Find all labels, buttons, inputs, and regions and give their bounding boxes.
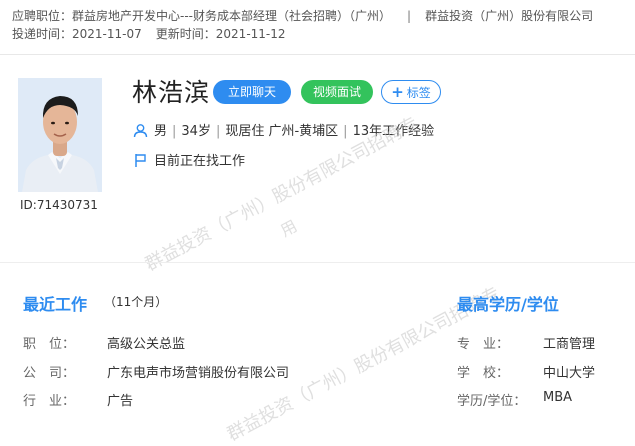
- header-separator: |: [407, 9, 412, 23]
- position-value: 高级公关总监: [107, 337, 186, 352]
- job-status: 目前正在找工作: [154, 154, 246, 169]
- apply-job-title[interactable]: 群益房地产开发中心---财务成本部经理（社会招聘）（广州）: [72, 9, 391, 23]
- school-label: 学 校：: [457, 366, 510, 381]
- candidate-basic-info: 男 | 34岁 | 现居住 广州-黄埔区 | 13年工作经验: [133, 120, 434, 142]
- candidate-name: 林浩滨: [132, 78, 211, 107]
- education-title: 最高学历/学位: [457, 295, 559, 314]
- apply-label: 应聘职位：: [12, 9, 73, 23]
- industry-label: 行 业：: [23, 394, 76, 409]
- major-value: 工商管理: [543, 337, 596, 352]
- degree-label: 学历/学位：: [457, 394, 527, 409]
- candidate-gender: 男: [154, 124, 168, 139]
- application-line: 应聘职位：群益房地产开发中心---财务成本部经理（社会招聘）（广州） | 群益投资（…: [12, 7, 593, 24]
- recent-work-duration: （11个月）: [104, 295, 168, 309]
- major-label: 专 业：: [457, 337, 510, 352]
- position-label: 职 位：: [23, 337, 76, 352]
- timestamps-line: 投递时间：2021-11-07 更新时间：2021-11-12: [12, 25, 286, 42]
- company-name[interactable]: 群益投资（广州）股份有限公司: [425, 9, 593, 23]
- watermark-text: 用: [277, 216, 301, 241]
- add-tag-label: 标签: [406, 86, 431, 100]
- recent-work-title: 最近工作: [23, 295, 88, 314]
- company-label: 公 司：: [23, 366, 76, 381]
- video-interview-button[interactable]: 视频面试: [301, 80, 373, 104]
- candidate-age: 34岁: [181, 124, 211, 139]
- application-info-bar: 应聘职位：群益房地产开发中心---财务成本部经理（社会招聘）（广州） | 群益投资（…: [0, 0, 635, 55]
- updated-date: 2021-11-12: [215, 27, 286, 41]
- delivered-date: 2021-11-07: [72, 27, 142, 41]
- degree-value: MBA: [543, 390, 573, 405]
- candidate-id: ID:71430731: [20, 198, 98, 212]
- add-tag-button[interactable]: + 标签: [381, 80, 441, 104]
- candidate-experience: 13年工作经验: [352, 124, 435, 139]
- user-icon: [133, 123, 148, 142]
- school-value: 中山大学: [543, 366, 596, 381]
- updated-label: 更新时间：: [155, 27, 216, 41]
- job-status-row: 目前正在找工作: [133, 150, 245, 172]
- candidate-photo: [18, 78, 102, 192]
- company-value: 广东电声市场营销股份有限公司: [107, 366, 290, 381]
- delivered-label: 投递时间：: [12, 27, 73, 41]
- chat-now-button[interactable]: 立即聊天: [213, 80, 291, 104]
- plus-icon: +: [391, 83, 404, 101]
- section-divider: [0, 262, 635, 263]
- candidate-residence: 现居住 广州-黄埔区: [225, 124, 339, 139]
- industry-value: 广告: [107, 394, 134, 409]
- watermark: 用: [275, 213, 300, 242]
- flag-icon: [133, 153, 148, 172]
